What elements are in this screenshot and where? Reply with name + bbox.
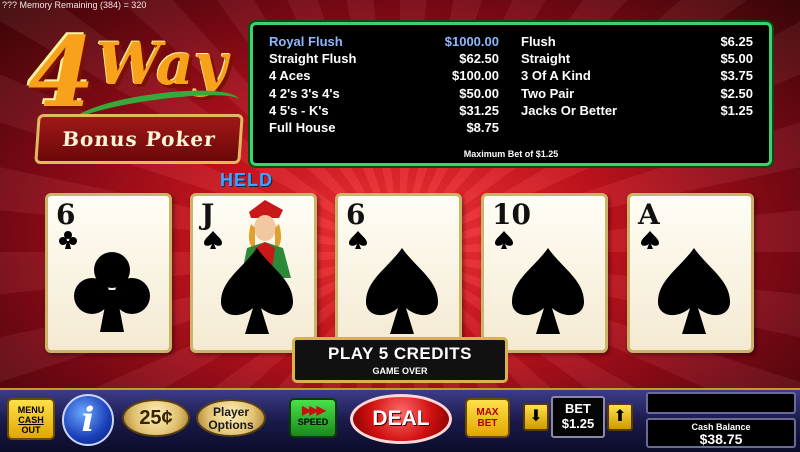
card-rank: A [638,198,660,231]
held-label: HELD [220,170,273,190]
paytable: Royal Flush $1000.00 Straight Flush $62.50… [250,22,772,166]
paytable-row: Full House $8.75 [269,119,499,136]
arrow-down-icon[interactable]: ⬇ [523,403,549,431]
bet-value: $1.25 [561,416,595,431]
speed-button[interactable]: ▶▶▶ SPEED [289,398,337,438]
paytable-row: 3 Of A Kind $3.75 [521,67,753,84]
cash-balance-value: $38.75 [699,431,743,447]
status-line: ??? Memory Remaining (384) = 320 [2,0,147,10]
paytable-left-column: Royal Flush $1000.00 Straight Flush $62.50… [269,33,499,136]
paytable-row: 4 2's 3's 4's $50.00 [269,85,499,102]
paytable-row: Straight Flush $62.50 [269,50,499,67]
bet-display: BET $1.25 [551,396,605,438]
hand-pay: $8.75 [466,119,499,135]
denomination-button[interactable]: 25¢ [122,399,190,437]
paytable-row: 4 5's - K's $31.25 [269,102,499,119]
paytable-row: 4 Aces $100.00 [269,67,499,84]
speed-arrows-icon: ▶▶▶ [302,403,326,417]
hand-pay: $3.75 [720,68,753,84]
card-rank: J [201,198,215,231]
menu-cash-out-button[interactable]: MENU CASH OUT [7,398,55,440]
max-bet-button[interactable]: MAX BET [465,398,510,438]
hand-name: Royal Flush [269,34,343,49]
cash-label: CASH [18,415,44,425]
hand-name: Jacks Or Better [521,102,618,118]
hand-pay: $1.25 [720,102,753,118]
max-label: MAX [476,407,499,418]
hand-name: Straight [521,51,571,67]
card-4[interactable]: 10 [481,193,608,353]
hand-pay: $31.25 [459,102,499,118]
spade-icon [512,248,584,334]
hand-pay: $62.50 [459,51,499,67]
hand-pay: $1000.00 [444,34,499,49]
paytable-row: Two Pair $2.50 [521,85,753,102]
hand-name: 4 5's - K's [269,102,329,118]
hand-name: Full House [269,119,336,135]
paytable-right-column: Flush $6.25 Straight $5.00 3 Of A Kind $3.7… [521,33,753,119]
card-2[interactable]: J [190,193,317,353]
message-panel [646,392,796,414]
card-rank: 6 [56,198,76,231]
hand-name: 4 Aces [269,68,311,84]
speed-label: SPEED [297,417,329,427]
spade-icon [221,248,293,334]
player-options-button[interactable]: Player Options [196,399,266,437]
hand-pay: $6.25 [720,34,753,49]
club-icon [74,252,150,332]
max-bet-note: Maximum Bet of $1.25 [463,149,559,159]
hand-name: Flush [521,34,556,49]
hand-pay: $5.00 [720,51,753,67]
game-status-text: GAME OVER [372,366,428,376]
logo-word: Way [96,30,228,98]
deal-button[interactable]: DEAL [350,394,452,444]
cash-balance-panel: Cash Balance $38.75 [646,418,796,448]
card-rank: 6 [346,198,366,231]
hand-name: 4 2's 3's 4's [269,85,340,101]
play-credits-text: PLAY 5 CREDITS [328,344,472,363]
paytable-row: Royal Flush $1000.00 [269,33,499,50]
card-1[interactable]: 6 [45,193,172,353]
hand-name: Straight Flush [269,51,357,67]
spade-icon [366,248,438,334]
game-logo: 4 Way Bonus Poker [10,10,244,170]
options-label-line2: Options [208,418,254,432]
info-button[interactable]: i [62,394,114,446]
hand-pay: $100.00 [452,68,499,84]
paytable-row: Jacks Or Better $1.25 [521,102,753,119]
card-5[interactable]: A [627,193,754,353]
bet-label: BET [477,418,498,429]
hand-pay: $50.00 [459,85,499,101]
hand-name: Two Pair [521,85,575,101]
hand-name: 3 Of A Kind [521,68,591,84]
play-credits-box: PLAY 5 CREDITS GAME OVER [292,337,508,383]
arrow-up-icon[interactable]: ⬆ [607,403,633,431]
paytable-row: Flush $6.25 [521,33,753,50]
bet-label: BET [565,401,591,416]
out-label: OUT [21,425,41,435]
logo-banner: Bonus Poker [34,114,244,164]
menu-label: MENU [17,405,45,415]
spade-icon [658,248,730,334]
card-rank: 10 [492,198,531,231]
paytable-row: Straight $5.00 [521,50,753,67]
card-3[interactable]: 6 [335,193,462,353]
hand-pay: $2.50 [720,85,753,101]
